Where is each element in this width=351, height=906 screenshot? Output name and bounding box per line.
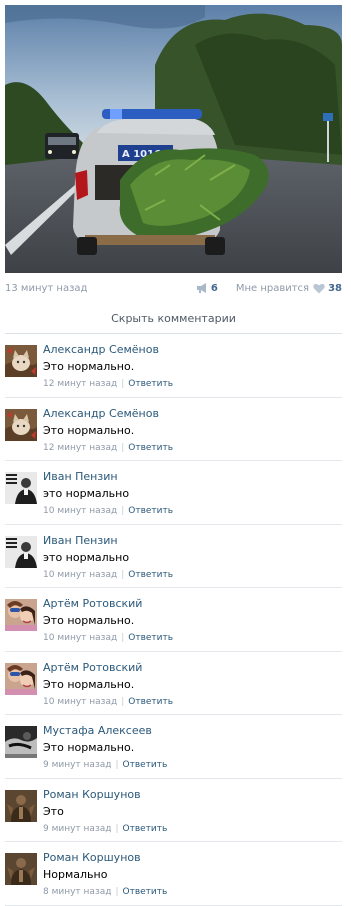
separator: |: [121, 506, 125, 516]
avatar[interactable]: [5, 789, 37, 822]
comment-text: Это нормально.: [43, 614, 135, 627]
comment-author-link[interactable]: Александр Семёнов: [43, 407, 159, 420]
share-count[interactable]: 6: [211, 283, 218, 294]
avatar[interactable]: [5, 472, 37, 504]
comment-item: Александр Семёнов Это нормально. 12 минут …: [5, 334, 342, 398]
post-actions: 6 Мне нравится 38: [196, 282, 342, 294]
comment-item: Мустафа Алексеев Это нормально. 9 минут на…: [5, 715, 342, 779]
comment-item: Иван Пензин это нормально 10 минут назад | О…: [5, 525, 342, 588]
comment-text: Это нормально.: [43, 677, 135, 691]
separator: |: [121, 379, 125, 389]
comment-item: Роман Коршунов Нормально 8 минут назад | Отв…: [5, 842, 342, 906]
comment-text: это нормально: [43, 487, 130, 500]
megaphone-icon[interactable]: [196, 282, 208, 294]
post-time: 13 минут назад: [5, 283, 88, 294]
post-meta: 13 минут назад 6 Мне нравится 38: [5, 279, 342, 299]
comment-time[interactable]: 9 минут назад: [43, 824, 111, 834]
comment-time[interactable]: 12 минут назад: [43, 379, 117, 389]
comment-time[interactable]: 8 минут назад: [43, 887, 111, 897]
reply-button[interactable]: Ответить: [123, 887, 168, 897]
comment-author-link[interactable]: Иван Пензин: [43, 470, 118, 483]
comment-author-link[interactable]: Роман Коршунов: [43, 851, 141, 864]
heart-icon[interactable]: [313, 283, 325, 294]
comment-time[interactable]: 10 минут назад: [43, 570, 117, 580]
comment-footer: 12 минут назад | Ответить: [43, 379, 173, 389]
reply-button[interactable]: Ответить: [128, 379, 173, 389]
comment-item: Александр Семёнов Это нормально. 12 минут …: [5, 398, 342, 461]
reply-button[interactable]: Ответить: [128, 570, 173, 580]
comment-author-link[interactable]: Иван Пензин: [43, 534, 118, 547]
comment-text: это нормально: [43, 550, 130, 564]
comment-item: Артём Ротовский Это нормально. 10 минут на…: [5, 652, 342, 715]
separator: |: [121, 633, 125, 643]
separator: |: [115, 887, 119, 897]
avatar[interactable]: [5, 408, 37, 441]
post-photo[interactable]: А 1016: [5, 5, 342, 273]
comment-author-link[interactable]: Александр Семёнов: [43, 343, 159, 356]
comment-text: Нормально: [43, 868, 108, 881]
avatar[interactable]: [5, 853, 37, 885]
avatar[interactable]: [5, 726, 37, 758]
comment-footer: 10 минут назад | Ответить: [43, 570, 173, 580]
comment-time[interactable]: 9 минут назад: [43, 760, 111, 770]
avatar[interactable]: [5, 599, 37, 631]
comment-list: Александр Семёнов Это нормально. 12 минут …: [5, 334, 342, 906]
comment-item: Артём Ротовский Это нормально. 10 минут на…: [5, 588, 342, 652]
comment-footer: 9 минут назад | Ответить: [43, 760, 167, 770]
comment-item: Иван Пензин это нормально 10 минут назад | О…: [5, 461, 342, 525]
comment-item: Роман Коршунов Это 9 минут назад | Ответить: [5, 779, 342, 842]
separator: |: [121, 442, 125, 453]
avatar[interactable]: [5, 662, 37, 695]
comment-author-link[interactable]: Мустафа Алексеев: [43, 724, 152, 737]
comment-footer: 8 минут назад | Ответить: [43, 887, 167, 897]
comment-author-link[interactable]: Артём Ротовский: [43, 661, 142, 674]
comment-footer: 10 минут назад | Ответить: [43, 506, 173, 516]
comment-footer: 10 минут назад | Ответить: [43, 697, 173, 707]
separator: |: [115, 823, 119, 834]
like-label[interactable]: Мне нравится: [236, 283, 309, 294]
comment-footer: 10 минут назад | Ответить: [43, 633, 173, 643]
comment-text: Это нормально.: [43, 360, 135, 373]
comment-author-link[interactable]: Роман Коршунов: [43, 788, 141, 801]
avatar[interactable]: [5, 345, 37, 377]
comment-time[interactable]: 12 минут назад: [43, 443, 117, 453]
comment-text: Это нормально.: [43, 423, 135, 437]
comment-footer: 9 минут назад | Ответить: [43, 824, 167, 834]
reply-button[interactable]: Ответить: [128, 506, 173, 516]
reply-button[interactable]: Ответить: [128, 633, 173, 643]
comment-time[interactable]: 10 минут назад: [43, 697, 117, 707]
comment-author-link[interactable]: Артём Ротовский: [43, 597, 142, 610]
hide-comments-button[interactable]: Скрыть комментарии: [5, 305, 342, 334]
comment-text: Это: [43, 804, 64, 818]
reply-button[interactable]: Ответить: [123, 760, 168, 770]
comment-time[interactable]: 10 минут назад: [43, 633, 117, 643]
reply-button[interactable]: Ответить: [128, 443, 173, 453]
comment-text: Это нормально.: [43, 741, 135, 754]
reply-button[interactable]: Ответить: [128, 697, 173, 707]
separator: |: [121, 569, 125, 580]
like-count[interactable]: 38: [328, 283, 342, 294]
separator: |: [115, 760, 119, 770]
avatar[interactable]: [5, 535, 37, 568]
comment-footer: 12 минут назад | Ответить: [43, 443, 173, 453]
comment-time[interactable]: 10 минут назад: [43, 506, 117, 516]
reply-button[interactable]: Ответить: [123, 824, 168, 834]
separator: |: [121, 696, 125, 707]
